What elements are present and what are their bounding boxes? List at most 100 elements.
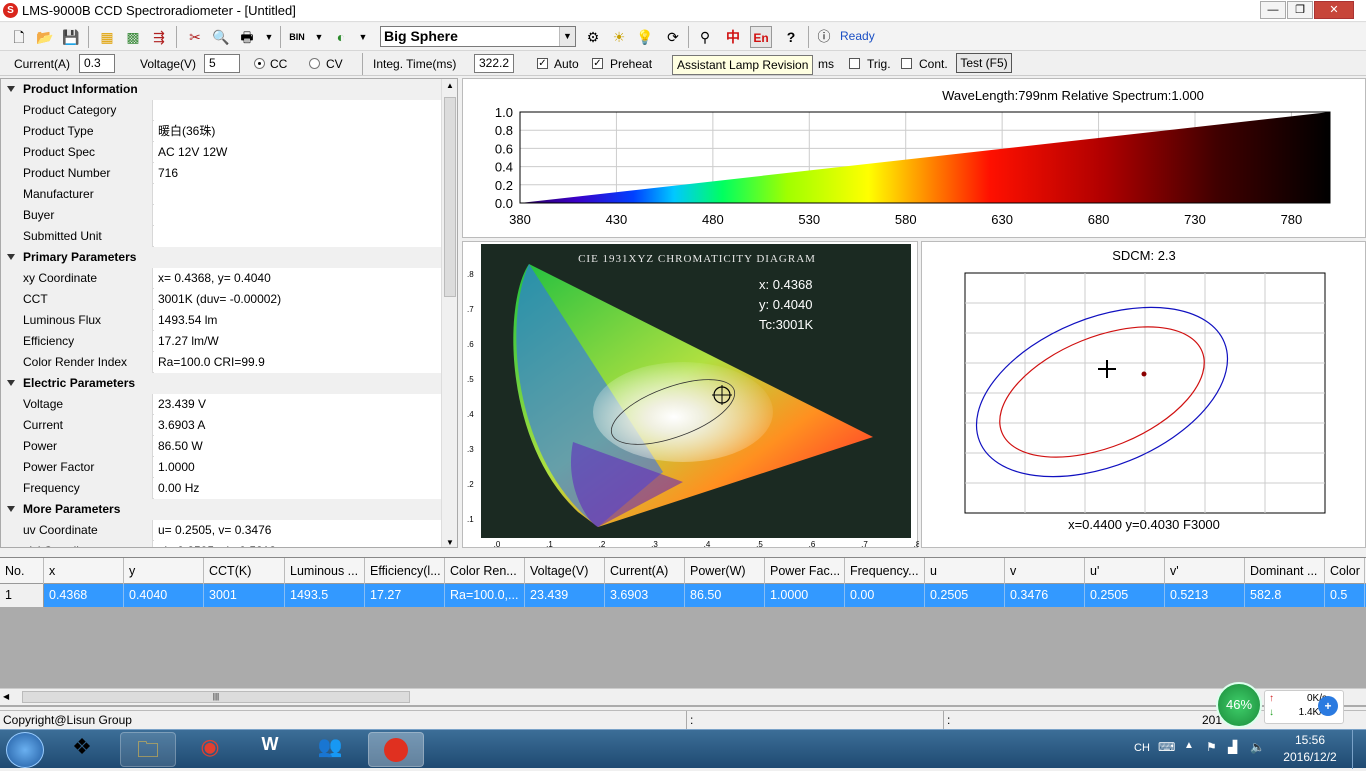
table-cell[interactable]: 86.50 [685,584,765,607]
property-value[interactable]: 716 [154,163,441,184]
chart-dropdown-icon[interactable]: ▼ [352,26,374,48]
table-cell[interactable]: 17.27 [365,584,445,607]
property-row[interactable]: Product Number 716 [1,163,441,184]
table-row[interactable]: 1 0.4368 0.4040 3001 1493.5 17.27 Ra=100.0,...… [0,584,1366,607]
sphere-select[interactable]: Big Sphere ▼ [380,26,576,47]
column-header[interactable]: No. [0,558,44,584]
property-row[interactable]: Product Type 暖白(36珠) [1,121,441,142]
property-row[interactable]: Frequency 0.00 Hz [1,478,441,499]
table-cell[interactable]: 0.5213 [1165,584,1245,607]
clock-date[interactable]: 2016/12/2 [1276,750,1344,764]
taskbar-users[interactable]: 👥 [306,734,354,766]
property-value[interactable]: u= 0.2505, v= 0.3476 [154,520,441,541]
save-icon[interactable]: 💾 [60,26,82,48]
keyboard-icon[interactable]: ⌨ [1158,740,1175,754]
column-header[interactable]: Color Ren... [445,558,525,584]
property-value[interactable] [154,205,441,226]
property-category[interactable]: Electric Parameters [1,373,441,394]
property-value[interactable]: 23.439 V [154,394,441,415]
new-file-icon[interactable]: 🗋 [8,26,30,48]
calibrate-icon[interactable]: ✂ [184,26,206,48]
bin-dropdown-icon[interactable]: ▼ [308,26,330,48]
property-row[interactable]: Product Category [1,100,441,121]
help-button[interactable]: ? [780,26,802,48]
column-header[interactable]: v' [1165,558,1245,584]
property-row[interactable]: uv Coordinate u= 0.2505, v= 0.3476 [1,520,441,541]
bulb-icon[interactable]: ☀ [608,26,630,48]
table-cell[interactable]: 1 [0,584,44,607]
property-value[interactable]: AC 12V 12W [154,142,441,163]
add-icon[interactable]: + [1318,696,1338,716]
property-row[interactable]: Color Render Index Ra=100.0 CRI=99.9 [1,352,441,373]
scrollbar-thumb[interactable]: ||| [22,691,410,703]
property-category[interactable]: Product Information [1,79,441,100]
tray-expand-icon[interactable]: ▲ [1184,740,1194,751]
test-button[interactable]: Test (F5) [956,53,1012,73]
property-row[interactable]: Voltage 23.439 V [1,394,441,415]
bin-icon[interactable]: BIN [286,26,308,48]
table-cell[interactable]: 0.4368 [44,584,124,607]
property-value[interactable]: 暖白(36珠) [154,121,441,142]
refresh-icon[interactable]: ⟳ [662,26,684,48]
table-cell[interactable]: 23.439 [525,584,605,607]
property-value[interactable]: 0.00 Hz [154,478,441,499]
property-row[interactable]: Product Spec AC 12V 12W [1,142,441,163]
property-row[interactable]: CCT 3001K (duv= -0.00002) [1,289,441,310]
property-row[interactable]: Power Factor 1.0000 [1,457,441,478]
table-cell[interactable]: 0.4040 [124,584,204,607]
maximize-button[interactable]: ❐ [1287,1,1313,19]
property-row[interactable]: Manufacturer [1,184,441,205]
volume-icon[interactable]: 🔈 [1250,740,1265,754]
property-value[interactable]: 3.6903 A [154,415,441,436]
lang-en-button[interactable]: En [750,26,772,48]
grid-hscrollbar[interactable]: ◀ ||| [0,688,1366,705]
open-folder-icon[interactable]: 📂 [34,26,56,48]
close-button[interactable]: ✕ [1314,1,1354,19]
property-value[interactable] [154,184,441,205]
preheat-checkbox[interactable]: ✓ [592,58,603,69]
colorful-app-icon[interactable]: ❖ [62,734,102,766]
collapse-toggle[interactable] [1,373,19,394]
minimize-button[interactable]: — [1260,1,1286,19]
property-row[interactable]: Current 3.6903 A [1,415,441,436]
chevron-down-icon[interactable]: ▼ [559,27,575,46]
input-lang[interactable]: CH [1134,742,1150,754]
table-cell[interactable]: 0.3476 [1005,584,1085,607]
taskbar-word[interactable]: W [246,734,294,766]
column-header[interactable]: Frequency... [845,558,925,584]
property-value[interactable] [154,100,441,121]
net-monitor-gauge[interactable]: 46% [1216,682,1262,728]
voltage-input[interactable]: 5 [204,54,240,73]
table-cell[interactable]: 0.2505 [925,584,1005,607]
table-cell[interactable]: 0.5 [1325,584,1365,607]
show-desktop-button[interactable] [1352,730,1366,769]
export-icon[interactable]: ⇶ [148,26,170,48]
printer-icon[interactable]: 🖶 [236,26,258,48]
column-header[interactable]: Dominant ... [1245,558,1325,584]
table-cell[interactable]: 1.0000 [765,584,845,607]
auto-checkbox[interactable]: ✓ [537,58,548,69]
column-header[interactable]: u [925,558,1005,584]
taskbar-chrome[interactable]: ◉ [186,734,234,766]
column-header[interactable]: u' [1085,558,1165,584]
property-row[interactable]: u'v' Coordinateu'= 0.2505, v'= 0.5213 [1,541,441,547]
trig-checkbox[interactable] [849,58,860,69]
column-header[interactable]: y [124,558,204,584]
column-header[interactable]: Luminous ... [285,558,365,584]
property-value[interactable]: 17.27 lm/W [154,331,441,352]
property-category[interactable]: Primary Parameters [1,247,441,268]
network-icon[interactable]: ▟ [1228,740,1237,754]
scrollbar-thumb[interactable] [444,97,456,297]
property-row[interactable]: xy Coordinate x= 0.4368, y= 0.4040 [1,268,441,289]
cc-radio[interactable] [254,58,265,69]
property-row[interactable]: Power 86.50 W [1,436,441,457]
property-value[interactable]: 1493.54 lm [154,310,441,331]
collapse-toggle[interactable] [1,79,19,100]
column-header[interactable]: Color [1325,558,1365,584]
property-value[interactable]: 86.50 W [154,436,441,457]
print-preview-icon[interactable]: 🔍 [210,26,232,48]
wand-icon[interactable]: ⚲ [694,26,716,48]
column-header[interactable]: Power Fac... [765,558,845,584]
property-row[interactable]: Efficiency 17.27 lm/W [1,331,441,352]
column-header[interactable]: CCT(K) [204,558,285,584]
